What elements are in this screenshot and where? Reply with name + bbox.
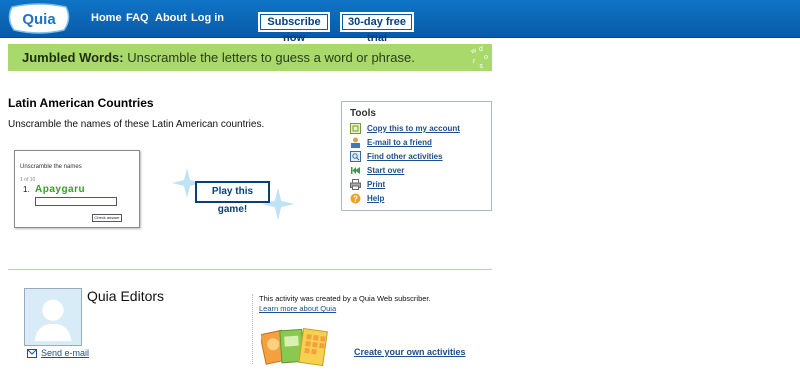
svg-text:s: s (479, 62, 483, 69)
print-icon (350, 179, 361, 190)
start-over-icon (351, 167, 360, 174)
tool-label[interactable]: Start over (367, 166, 404, 175)
email-friend-icon (351, 137, 360, 148)
find-icon (350, 151, 361, 162)
nav-login[interactable]: Log in (191, 12, 224, 24)
create-activities-link[interactable]: Create your own activities (354, 347, 466, 357)
banner-text: Jumbled Words: Unscramble the letters to… (22, 50, 415, 65)
quia-logo[interactable]: Quia (6, 3, 72, 34)
activity-title: Latin American Countries (8, 96, 154, 110)
play-game-button[interactable]: Play this game! (195, 181, 270, 215)
activity-type-banner: Jumbled Words: Unscramble the letters to… (8, 44, 492, 71)
svg-text:w: w (469, 47, 478, 56)
preview-check-button: Check answer (92, 214, 122, 222)
envelope-icon (27, 349, 37, 358)
game-preview-thumbnail[interactable]: Unscramble the names 1 of 10 1. Apaygaru… (14, 150, 140, 228)
tool-label[interactable]: Print (367, 180, 385, 189)
editor-name: Quia Editors (87, 288, 165, 304)
created-by-text: This activity was created by a Quia Web … (259, 294, 431, 303)
tool-label[interactable]: Copy this to my account (367, 124, 460, 133)
free-trial-button[interactable]: 30-day free trial (340, 12, 414, 44)
banner-description: Unscramble the letters to guess a word o… (127, 50, 415, 65)
activity-description: Unscramble the names of these Latin Amer… (8, 119, 265, 130)
banner-label: Jumbled Words: (22, 50, 124, 65)
tool-label[interactable]: Help (367, 194, 384, 203)
section-divider (8, 269, 492, 270)
activity-cards-illustration (261, 327, 328, 367)
send-email-link[interactable]: Send e-mail (41, 348, 89, 358)
logo-text: Quia (22, 11, 56, 28)
tool-label[interactable]: Find other activities (367, 152, 443, 161)
tool-label[interactable]: E-mail to a friend (367, 138, 432, 147)
tools-heading: Tools (350, 108, 376, 119)
preview-jumbled-word: Apaygaru (35, 184, 86, 195)
nav-about[interactable]: About (155, 12, 187, 24)
svg-text:o: o (482, 53, 489, 61)
nav-home[interactable]: Home (91, 12, 122, 24)
learn-more-link[interactable]: Learn more about Quia (259, 304, 336, 313)
jumbled-letters-decoration: w d o r s (469, 46, 489, 69)
subscribe-button[interactable]: Subscribe now (258, 12, 330, 44)
preview-title: Unscramble the names (20, 164, 82, 170)
svg-text:?: ? (353, 195, 358, 204)
help-icon: ? (350, 193, 361, 204)
nav-faq[interactable]: FAQ (126, 12, 149, 24)
preview-number: 1. (23, 185, 30, 194)
avatar (24, 288, 82, 346)
svg-text:d: d (479, 46, 483, 53)
footer-divider (252, 294, 253, 364)
copy-icon (350, 123, 361, 134)
preview-count: 1 of 10 (20, 177, 36, 183)
top-navigation-bar: Quia Home FAQ About Log in Subscribe now… (0, 0, 800, 44)
svg-text:r: r (473, 58, 476, 65)
tools-panel: Tools Copy this to my account E-mail to … (341, 101, 492, 211)
preview-answer-field (35, 197, 117, 206)
